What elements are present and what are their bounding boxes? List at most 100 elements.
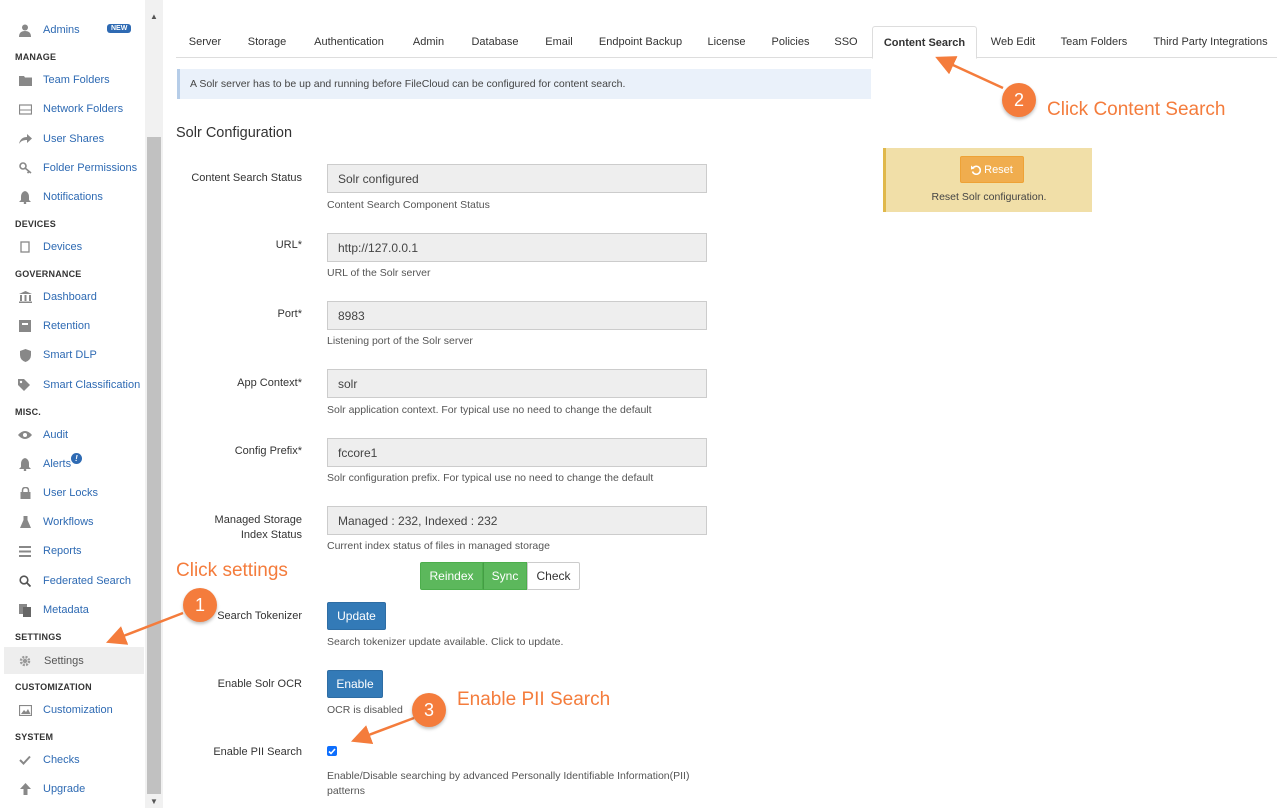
sidebar-item-settings[interactable]: Settings <box>4 647 144 674</box>
info-text: A Solr server has to be up and running b… <box>190 78 626 90</box>
settings-tabs: Server Storage Authentication Admin Data… <box>176 26 1277 59</box>
sidebar-item-user-locks[interactable]: User Locks <box>0 481 145 505</box>
sidebar-item-label: Federated Search <box>43 575 132 587</box>
url-help: URL of the Solr server <box>327 267 431 279</box>
url-label: URL* <box>275 239 302 251</box>
tab-license[interactable]: License <box>697 26 756 58</box>
config-prefix-label: Config Prefix* <box>234 445 302 457</box>
sidebar-item-label: Upgrade <box>43 783 86 795</box>
tab-policies[interactable]: Policies <box>762 26 819 58</box>
app-context-field[interactable]: solr <box>327 369 707 398</box>
check-button[interactable]: Check <box>527 562 580 590</box>
app-context-help: Solr application context. For typical us… <box>327 404 652 416</box>
tab-sso[interactable]: SSO <box>825 26 867 58</box>
tab-endpoint-backup[interactable]: Endpoint Backup <box>590 26 691 58</box>
sidebar-item-devices[interactable]: Devices <box>0 235 145 259</box>
ocr-status-help: OCR is disabled <box>327 704 403 716</box>
sidebar-item-admins[interactable]: Admins NEW <box>0 18 145 42</box>
sidebar-item-network-folders[interactable]: Network Folders <box>0 97 145 121</box>
list-icon <box>18 544 32 558</box>
device-icon <box>18 240 32 254</box>
pii-help-line2: patterns <box>327 785 365 797</box>
port-help: Listening port of the Solr server <box>327 335 473 347</box>
sidebar-item-label: Customization <box>43 704 113 716</box>
user-icon <box>18 23 32 37</box>
sidebar-section-customization: CUSTOMIZATION <box>15 682 92 692</box>
index-button-group: Reindex Sync Check <box>420 562 580 590</box>
pii-help-line1: Enable/Disable searching by advanced Per… <box>327 770 690 782</box>
sidebar-item-customization[interactable]: Customization <box>0 698 145 722</box>
port-label: Port* <box>277 308 302 320</box>
sidebar-section-system: SYSTEM <box>15 732 54 742</box>
sidebar-item-user-shares[interactable]: User Shares <box>0 127 145 151</box>
sidebar-item-reports[interactable]: Reports <box>0 539 145 563</box>
scroll-down-arrow-icon[interactable]: ▼ <box>150 797 158 806</box>
tab-content-search[interactable]: Content Search <box>872 26 977 59</box>
sidebar-item-label: Admins <box>43 24 80 36</box>
update-button[interactable]: Update <box>327 602 386 630</box>
enable-pii-checkbox[interactable] <box>327 746 337 756</box>
sidebar-section-settings: SETTINGS <box>15 632 62 642</box>
search-icon <box>18 574 32 588</box>
scrollbar-thumb[interactable] <box>147 137 161 794</box>
config-prefix-help: Solr configuration prefix. For typical u… <box>327 472 654 484</box>
sidebar-item-federated-search[interactable]: Federated Search <box>0 569 145 593</box>
bell-icon <box>18 190 32 204</box>
tab-web-edit[interactable]: Web Edit <box>982 26 1044 58</box>
sidebar-scrollbar[interactable]: ▲ ▼ <box>145 0 163 808</box>
network-folder-icon <box>18 102 32 116</box>
annotation-click-settings: Click settings <box>176 560 288 581</box>
undo-icon <box>971 165 982 175</box>
bank-icon <box>18 290 32 304</box>
reindex-button[interactable]: Reindex <box>420 562 483 590</box>
sidebar-item-upgrade[interactable]: Upgrade <box>0 777 145 801</box>
content-search-status-help: Content Search Component Status <box>327 199 490 211</box>
sidebar-item-label: Dashboard <box>43 291 97 303</box>
sidebar-item-folder-permissions[interactable]: Folder Permissions <box>0 156 145 180</box>
tab-team-folders[interactable]: Team Folders <box>1050 26 1138 58</box>
sidebar-item-checks[interactable]: Checks <box>0 748 145 772</box>
sidebar-item-label: Metadata <box>43 604 89 616</box>
sidebar-item-label: Network Folders <box>43 103 124 115</box>
info-alert: A Solr server has to be up and running b… <box>177 69 871 99</box>
checkmark-icon <box>328 747 336 755</box>
sidebar-item-smart-classification[interactable]: Smart Classification <box>0 373 145 397</box>
sidebar-item-retention[interactable]: Retention <box>0 314 145 338</box>
tab-storage[interactable]: Storage <box>236 26 298 58</box>
tab-email[interactable]: Email <box>534 26 584 58</box>
port-field[interactable]: 8983 <box>327 301 707 330</box>
eye-icon <box>18 428 32 442</box>
tab-admin[interactable]: Admin <box>401 26 456 58</box>
sidebar-item-label: Smart DLP <box>43 349 97 361</box>
sidebar-item-label: Workflows <box>43 516 94 528</box>
sidebar-item-audit[interactable]: Audit <box>0 423 145 447</box>
tab-authentication[interactable]: Authentication <box>303 26 395 58</box>
section-title: Solr Configuration <box>176 125 293 141</box>
sidebar-item-smart-dlp[interactable]: Smart DLP <box>0 343 145 367</box>
sidebar-item-label: Checks <box>43 754 80 766</box>
image-icon <box>18 703 32 717</box>
sidebar-item-label: Team Folders <box>43 74 110 86</box>
index-status-label-line2: Index Status <box>240 529 302 541</box>
tab-server[interactable]: Server <box>176 26 234 58</box>
tab-third-party-integrations[interactable]: Third Party Integrations <box>1144 26 1277 58</box>
sidebar-item-alerts[interactable]: Alerts ! <box>0 452 145 476</box>
sidebar-item-notifications[interactable]: Notifications <box>0 185 145 209</box>
folder-icon <box>18 73 32 87</box>
sidebar-item-workflows[interactable]: Workflows <box>0 510 145 534</box>
reset-button-label: Reset <box>984 163 1013 176</box>
scroll-up-arrow-icon[interactable]: ▲ <box>150 12 158 21</box>
enable-ocr-button[interactable]: Enable <box>327 670 383 698</box>
sidebar-item-dashboard[interactable]: Dashboard <box>0 285 145 309</box>
url-field[interactable]: http://127.0.0.1 <box>327 233 707 262</box>
tab-database[interactable]: Database <box>462 26 528 58</box>
reset-button[interactable]: Reset <box>960 156 1024 183</box>
check-icon <box>18 753 32 767</box>
index-status-label: Managed Storage Index Status <box>176 513 302 543</box>
content-search-status-field: Solr configured <box>327 164 707 193</box>
sidebar-item-team-folders[interactable]: Team Folders <box>0 68 145 92</box>
sidebar-item-metadata[interactable]: Metadata <box>0 598 145 622</box>
config-prefix-field[interactable]: fccore1 <box>327 438 707 467</box>
sidebar-item-label: Audit <box>43 429 69 441</box>
sync-button[interactable]: Sync <box>483 562 527 590</box>
